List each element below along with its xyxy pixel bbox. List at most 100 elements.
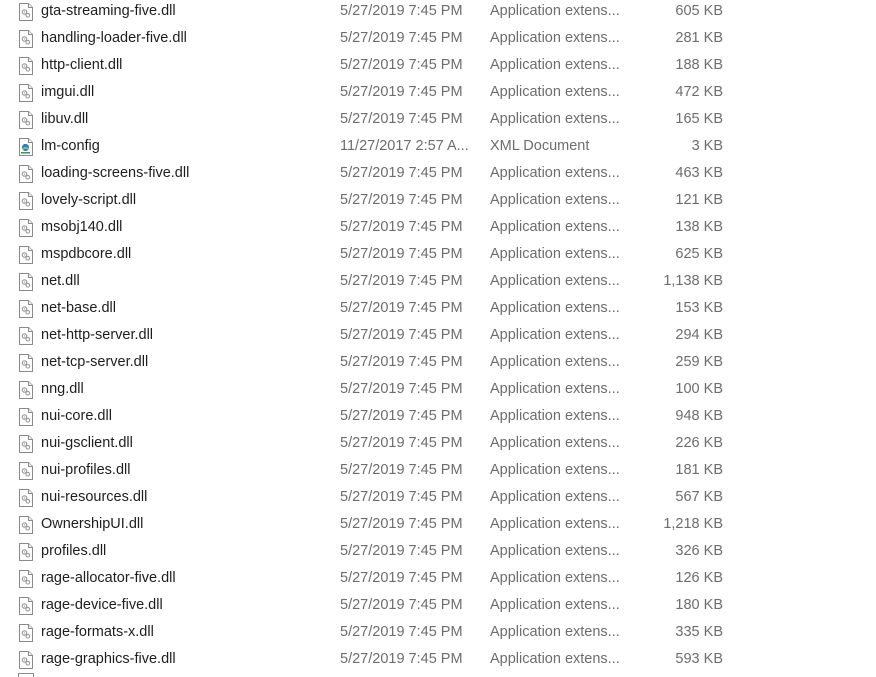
- file-row[interactable]: net-base.dll 5/27/2019 7:45 PM Application…: [0, 295, 876, 322]
- file-size: 605 KB: [675, 3, 723, 19]
- dll-file-icon: [18, 84, 34, 102]
- file-size: 948 KB: [675, 408, 723, 424]
- file-date-modified: 5/27/2019 7:45 PM: [340, 624, 463, 640]
- dll-file-icon: [18, 381, 34, 399]
- file-size: 138 KB: [675, 219, 723, 235]
- dll-file-icon: [18, 30, 34, 48]
- file-row[interactable]: msobj140.dll 5/27/2019 7:45 PM Application…: [0, 214, 876, 241]
- file-date-modified: 11/27/2017 2:57 A...: [340, 138, 469, 154]
- file-size: 567 KB: [675, 489, 723, 505]
- file-row[interactable]: mspdbcore.dll 5/27/2019 7:45 PM Applicatio…: [0, 241, 876, 268]
- file-row[interactable]: loading-screens-five.dll 5/27/2019 7:45 P…: [0, 160, 876, 187]
- dll-file-icon: [18, 489, 34, 507]
- file-row[interactable]: OwnershipUI.dll 5/27/2019 7:45 PM Applicat…: [0, 511, 876, 538]
- dll-file-icon: [18, 543, 34, 561]
- file-row[interactable]: lovely-script.dll 5/27/2019 7:45 PM Applic…: [0, 187, 876, 214]
- file-name: net-tcp-server.dll: [41, 354, 149, 370]
- file-name: rage-graphics-five.dll: [41, 651, 176, 667]
- file-row[interactable]: nui-profiles.dll 5/27/2019 7:45 PM Applica…: [0, 457, 876, 484]
- file-row[interactable]: net.dll 5/27/2019 7:45 PM Application exte…: [0, 268, 876, 295]
- file-size: 326 KB: [675, 543, 723, 559]
- dll-file-icon: [18, 111, 34, 129]
- file-date-modified: 5/27/2019 7:45 PM: [340, 435, 463, 451]
- file-name: gta-streaming-five.dll: [41, 3, 176, 19]
- file-name: lm-config: [41, 138, 100, 154]
- file-type: XML Document: [490, 138, 590, 154]
- file-date-modified: 5/27/2019 7:45 PM: [340, 273, 463, 289]
- xml-document-icon: [18, 138, 34, 156]
- dll-file-icon: [18, 219, 34, 237]
- file-date-modified: 5/27/2019 7:45 PM: [340, 300, 463, 316]
- dll-file-icon: [18, 57, 34, 75]
- file-size: 259 KB: [675, 354, 723, 370]
- file-size: 226 KB: [675, 435, 723, 451]
- file-date-modified: 5/27/2019 7:45 PM: [340, 3, 463, 19]
- file-date-modified: 5/27/2019 7:45 PM: [340, 111, 463, 127]
- file-row[interactable]: net-tcp-server.dll 5/27/2019 7:45 PM Appli…: [0, 349, 876, 376]
- file-date-modified: 5/27/2019 7:45 PM: [340, 165, 463, 181]
- file-date-modified: 5/27/2019 7:45 PM: [340, 57, 463, 73]
- dll-file-icon: [18, 462, 34, 480]
- file-name: profiles.dll: [41, 543, 107, 559]
- file-size: 335 KB: [675, 624, 723, 640]
- dll-file-icon: [18, 327, 34, 345]
- dll-file-icon: [18, 354, 34, 372]
- file-row[interactable]: handling-loader-five.dll 5/27/2019 7:45 P…: [0, 25, 876, 52]
- file-size: 1,218 KB: [663, 516, 723, 532]
- file-row[interactable]: lm-config 11/27/2017 2:57 A... XML Documen…: [0, 133, 876, 160]
- file-row[interactable]: nng.dll 5/27/2019 7:45 PM Application exte…: [0, 376, 876, 403]
- file-size: 180 KB: [675, 597, 723, 613]
- file-row[interactable]: rage-graphics-five.dll 5/27/2019 7:45 PM A…: [0, 646, 876, 673]
- file-row[interactable]: imgui.dll 5/27/2019 7:45 PM Application ex…: [0, 79, 876, 106]
- file-name: rage-device-five.dll: [41, 597, 163, 613]
- file-row[interactable]: rage-device-five.dll 5/27/2019 7:45 PM App…: [0, 592, 876, 619]
- file-date-modified: 5/27/2019 7:45 PM: [340, 489, 463, 505]
- file-name: handling-loader-five.dll: [41, 30, 187, 46]
- file-name: mspdbcore.dll: [41, 246, 132, 262]
- dll-file-icon: [18, 408, 34, 426]
- file-row[interactable]: net-http-server.dll 5/27/2019 7:45 PM Appl…: [0, 322, 876, 349]
- dll-file-icon: [18, 597, 34, 615]
- file-name: net-base.dll: [41, 300, 116, 316]
- file-size: 3 KB: [691, 138, 723, 154]
- file-size: 181 KB: [675, 462, 723, 478]
- file-row[interactable]: rage-allocator-five.dll 5/27/2019 7:45 PM…: [0, 565, 876, 592]
- dll-file-icon: [18, 300, 34, 318]
- file-date-modified: 5/27/2019 7:45 PM: [340, 219, 463, 235]
- file-row[interactable]: nui-resources.dll 5/27/2019 7:45 PM Applic…: [0, 484, 876, 511]
- dll-file-icon: [18, 570, 34, 588]
- dll-file-icon: [18, 165, 34, 183]
- dll-file-icon: [18, 624, 34, 642]
- file-size: 463 KB: [675, 165, 723, 181]
- dll-file-icon: [18, 3, 34, 21]
- file-list: gta-streaming-five.dll 5/27/2019 7:45 PM A…: [0, 0, 876, 673]
- file-size: 165 KB: [675, 111, 723, 127]
- file-row[interactable]: profiles.dll 5/27/2019 7:45 PM Application…: [0, 538, 876, 565]
- file-row[interactable]: nui-core.dll 5/27/2019 7:45 PM Application…: [0, 403, 876, 430]
- file-row[interactable]: rage-formats-x.dll 5/27/2019 7:45 PM Appli…: [0, 619, 876, 646]
- file-name: net.dll: [41, 273, 80, 289]
- dll-file-icon: [18, 246, 34, 264]
- file-date-modified: 5/27/2019 7:45 PM: [340, 192, 463, 208]
- file-name: msobj140.dll: [41, 219, 123, 235]
- file-size: 121 KB: [675, 192, 723, 208]
- file-name: OwnershipUI.dll: [41, 516, 144, 532]
- file-name: http-client.dll: [41, 57, 123, 73]
- file-date-modified: 5/27/2019 7:45 PM: [340, 354, 463, 370]
- file-date-modified: 5/27/2019 7:45 PM: [340, 327, 463, 343]
- file-size: 281 KB: [675, 30, 723, 46]
- file-size: 1,138 KB: [663, 273, 723, 289]
- file-row[interactable]: gta-streaming-five.dll 5/27/2019 7:45 PM A…: [0, 0, 876, 25]
- file-name: rage-allocator-five.dll: [41, 570, 176, 586]
- file-date-modified: 5/27/2019 7:45 PM: [340, 408, 463, 424]
- file-row[interactable]: http-client.dll 5/27/2019 7:45 PM Applicat…: [0, 52, 876, 79]
- file-name: nui-resources.dll: [41, 489, 148, 505]
- file-date-modified: 5/27/2019 7:45 PM: [340, 597, 463, 613]
- file-size: 593 KB: [675, 651, 723, 667]
- file-name: imgui.dll: [41, 84, 95, 100]
- file-date-modified: 5/27/2019 7:45 PM: [340, 462, 463, 478]
- file-row[interactable]: libuv.dll 5/27/2019 7:45 PM Application ex…: [0, 106, 876, 133]
- file-row[interactable]: nui-gsclient.dll 5/27/2019 7:45 PM Applica…: [0, 430, 876, 457]
- file-name: libuv.dll: [41, 111, 89, 127]
- dll-file-icon: [18, 192, 34, 210]
